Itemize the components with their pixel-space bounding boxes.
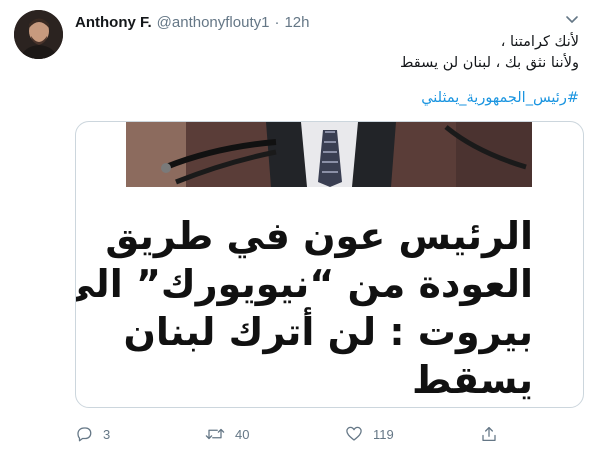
tweet-text: لأنك كرامتنا ، ولأننا نثق بك ، لبنان لن …	[79, 32, 579, 74]
chevron-down-icon[interactable]	[563, 10, 581, 28]
timestamp[interactable]: 12h	[284, 14, 309, 31]
tweet-actions: 3 40 119	[75, 424, 515, 446]
reply-count: 3	[103, 426, 111, 442]
headline-line: بيروت : لن أترك لبنان	[123, 310, 533, 354]
card-headline: الرئيس عون في طريق العودة من “نيويورك” ا…	[75, 212, 533, 404]
headline-line: الرئيس عون في طريق	[105, 214, 533, 258]
headline-line: العودة من “نيويورك” الى	[75, 262, 533, 306]
tweet-text-line: لأنك كرامتنا ،	[500, 34, 579, 50]
avatar[interactable]	[14, 10, 63, 59]
retweet-button[interactable]: 40	[205, 424, 249, 444]
tweet-text-line: ولأننا نثق بك ، لبنان لن يسقط	[400, 55, 579, 71]
share-button[interactable]	[480, 424, 498, 444]
news-photo	[126, 122, 532, 187]
avatar-image	[14, 10, 63, 59]
like-button[interactable]: 119	[345, 424, 394, 444]
share-icon	[480, 425, 498, 443]
author-handle[interactable]: @anthonyflouty1	[157, 14, 270, 31]
headline-line: يسقط	[412, 358, 533, 402]
tweet-header: Anthony F. @anthonyflouty1 · 12h	[75, 12, 310, 32]
retweet-icon	[205, 425, 225, 443]
heart-icon	[345, 425, 363, 443]
author-name[interactable]: Anthony F.	[75, 14, 152, 31]
like-count: 119	[373, 426, 394, 442]
reply-button[interactable]: 3	[75, 424, 110, 444]
retweet-count: 40	[235, 426, 250, 442]
tweet[interactable]: Anthony F. @anthonyflouty1 · 12h لأنك كر…	[0, 0, 597, 452]
hashtag-link[interactable]: #رئيس_الجمهورية_يمثلني	[421, 90, 579, 106]
media-card[interactable]: الرئيس عون في طريق العودة من “نيويورك” ا…	[75, 121, 584, 408]
separator-dot: ·	[274, 13, 280, 31]
reply-icon	[75, 425, 93, 443]
